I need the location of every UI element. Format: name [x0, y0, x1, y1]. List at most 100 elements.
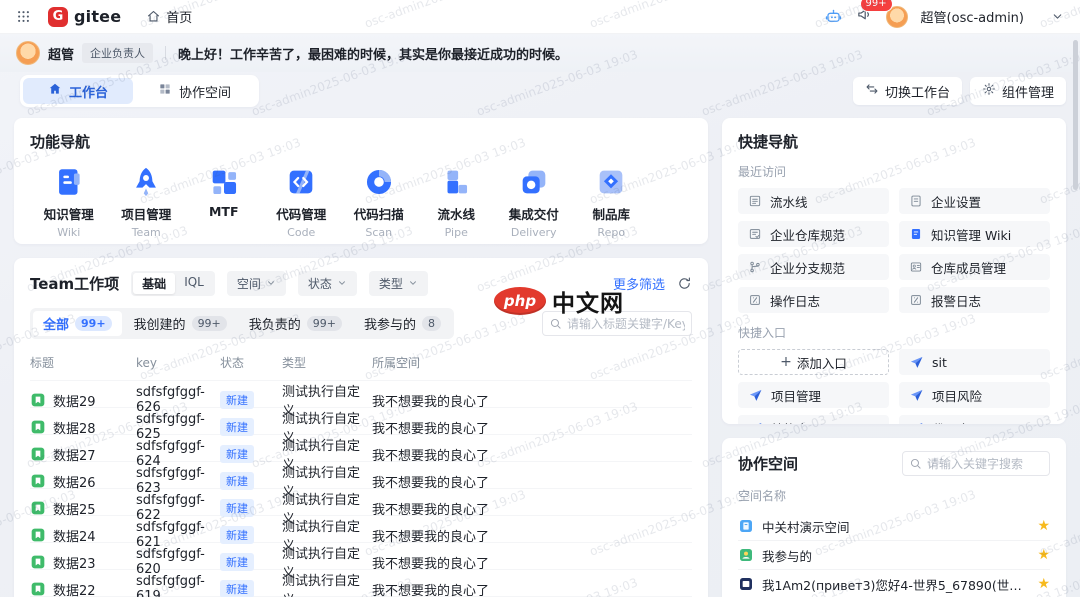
chevron-down-icon[interactable]	[1051, 10, 1064, 23]
star-icon[interactable]: ★	[1037, 547, 1050, 563]
send-icon	[909, 421, 924, 425]
team-tab[interactable]: 我参与的 8	[354, 311, 451, 336]
gitee-brand[interactable]: G gitee	[48, 7, 121, 27]
work-item-icon	[30, 446, 46, 462]
row-space: 我不想要我的良心了	[372, 391, 692, 410]
row-title: 数据27	[53, 445, 96, 464]
team-tab-label: 我参与的	[364, 314, 416, 333]
row-title: 数据26	[53, 472, 96, 491]
repo-icon	[590, 161, 632, 203]
row-space: 我不想要我的良心了	[372, 445, 692, 464]
table-row[interactable]: 数据26 sdfsfgfggf-623 新建 测试执行自定义 我不想要我的良心了	[30, 461, 692, 488]
mode-iql[interactable]: IQL	[175, 273, 213, 294]
filter-dropdown[interactable]: 空间	[227, 271, 286, 296]
quick-nav-item[interactable]: 效能大屏	[738, 415, 889, 424]
quick-nav-item[interactable]: 项目风险	[899, 382, 1050, 408]
quick-nav-item[interactable]: 仓库成员管理	[899, 254, 1050, 280]
star-icon[interactable]: ★	[1037, 576, 1050, 592]
component-manage-button[interactable]: 组件管理	[970, 77, 1066, 105]
ic-doc-icon	[909, 194, 923, 208]
scan-icon	[358, 161, 400, 203]
add-entry-label: 添加入口	[797, 353, 847, 372]
function-nav-item[interactable]: 制品库 Repo	[573, 161, 651, 239]
status-badge: 新建	[220, 553, 254, 571]
space-row[interactable]: 我参与的 ★	[738, 541, 1050, 570]
row-title: 数据28	[53, 418, 96, 437]
table-row[interactable]: 数据25 sdfsfgfggf-622 新建 测试执行自定义 我不想要我的良心了	[30, 488, 692, 515]
spaces-search-input[interactable]	[902, 451, 1050, 476]
status-badge: 新建	[220, 580, 254, 597]
quick-nav-item[interactable]: 项目管理	[738, 382, 889, 408]
row-space: 我不想要我的良心了	[372, 580, 692, 597]
mode-basic[interactable]: 基础	[133, 273, 175, 294]
status-badge: 新建	[220, 391, 254, 409]
function-nav-item[interactable]: 知识管理 Wiki	[30, 161, 108, 239]
swap-icon	[865, 82, 879, 100]
function-nav-title: 功能导航	[30, 131, 692, 152]
quick-nav-item[interactable]: 代码库	[899, 415, 1050, 424]
announcement-icon[interactable]: 99+	[856, 6, 873, 27]
tab-collab-label: 协作空间	[179, 82, 231, 101]
filter-dropdown[interactable]: 状态	[298, 271, 357, 296]
function-nav-sublabel: Code	[287, 226, 315, 239]
table-row[interactable]: 数据28 sdfsfgfggf-625 新建 测试执行自定义 我不想要我的良心了	[30, 407, 692, 434]
switch-workbench-button[interactable]: 切换工作台	[853, 77, 962, 105]
table-row[interactable]: 数据22 sdfsfgfggf-619 新建 测试执行自定义 我不想要我的良心了	[30, 569, 692, 596]
row-type: 测试执行自定义	[282, 570, 372, 597]
function-nav-item[interactable]: 代码扫描 Scan	[340, 161, 418, 239]
robot-assistant-icon[interactable]	[824, 7, 843, 26]
space-row[interactable]: 我1Am2(привет3)您好4-世界5_67890(世界)-结世界123..…	[738, 570, 1050, 597]
table-row[interactable]: 数据27 sdfsfgfggf-624 新建 测试执行自定义 我不想要我的良心了	[30, 434, 692, 461]
vertical-scrollbar[interactable]	[1073, 40, 1078, 190]
star-icon[interactable]: ★	[1037, 518, 1050, 534]
greeting-user-name: 超管	[48, 44, 74, 63]
table-row[interactable]: 数据23 sdfsfgfggf-620 新建 测试执行自定义 我不想要我的良心了	[30, 542, 692, 569]
function-nav-item[interactable]: MTF	[185, 161, 263, 239]
quick-nav-card: 快捷导航 最近访问 流水线 企业设置 企业仓库规范 知识管理 Wiki 企业分支…	[722, 118, 1066, 424]
wiki-icon	[48, 161, 90, 203]
function-nav-label: 集成交付	[509, 204, 559, 223]
refresh-icon[interactable]	[677, 276, 692, 291]
status-badge: 新建	[220, 472, 254, 490]
filter-dropdown[interactable]: 类型	[369, 271, 428, 296]
tab-collab-space[interactable]: 协作空间	[133, 78, 256, 104]
spaces-title: 协作空间	[738, 453, 798, 474]
table-row[interactable]: 数据24 sdfsfgfggf-621 新建 测试执行自定义 我不想要我的良心了	[30, 515, 692, 542]
quick-nav-item[interactable]: 知识管理 Wiki	[899, 221, 1050, 247]
quick-nav-item[interactable]: 报警日志	[899, 287, 1050, 313]
function-nav-item[interactable]: 流水线 Pipe	[418, 161, 496, 239]
nav-home-link[interactable]: 首页	[146, 7, 192, 26]
quick-nav-item[interactable]: 企业仓库规范	[738, 221, 889, 247]
function-nav-item[interactable]: 代码管理 Code	[263, 161, 341, 239]
work-item-icon	[30, 581, 46, 597]
tab-workbench[interactable]: 工作台	[23, 78, 133, 104]
team-tabset: 全部 99+ 我创建的 99+ 我负责的 99+ 我参与的 8	[30, 308, 454, 339]
space-row[interactable]: 中关村演示空间 ★	[738, 512, 1050, 541]
work-item-icon	[30, 419, 46, 435]
team-tab[interactable]: 我负责的 99+	[239, 311, 352, 336]
quick-nav-item[interactable]: 操作日志	[738, 287, 889, 313]
ic-log-icon	[748, 293, 762, 307]
quick-nav-item[interactable]: 流水线	[738, 188, 889, 214]
quick-nav-item[interactable]: 企业设置	[899, 188, 1050, 214]
quick-nav-item[interactable]: 企业分支规范	[738, 254, 889, 280]
table-header: 标题 key 状态 类型 所属空间	[30, 354, 692, 380]
quick-nav-item[interactable]: sit	[899, 349, 1050, 375]
table-row[interactable]: 数据29 sdfsfgfggf-626 新建 测试执行自定义 我不想要我的良心了	[30, 380, 692, 407]
team-tab-label: 我创建的	[134, 314, 186, 333]
team-tab[interactable]: 我创建的 99+	[124, 311, 237, 336]
php-logo-badge: php	[494, 287, 546, 315]
quick-nav-item-label: 操作日志	[770, 291, 820, 310]
col-title: 标题	[30, 354, 136, 371]
apps-grid-icon[interactable]	[16, 9, 31, 24]
function-nav-label: 制品库	[592, 204, 630, 223]
function-nav-item[interactable]: 集成交付 Delivery	[495, 161, 573, 239]
team-tab-count: 8	[422, 316, 441, 331]
function-nav-item[interactable]: 项目管理 Team	[108, 161, 186, 239]
row-key: sdfsfgfggf-621	[136, 520, 220, 550]
quick-nav-item-label: 项目风险	[932, 386, 982, 405]
team-tab[interactable]: 全部 99+	[33, 311, 122, 336]
function-nav-label: 代码扫描	[354, 204, 404, 223]
add-entry-button[interactable]: + 添加入口	[738, 349, 889, 375]
function-nav-label: 流水线	[437, 204, 475, 223]
